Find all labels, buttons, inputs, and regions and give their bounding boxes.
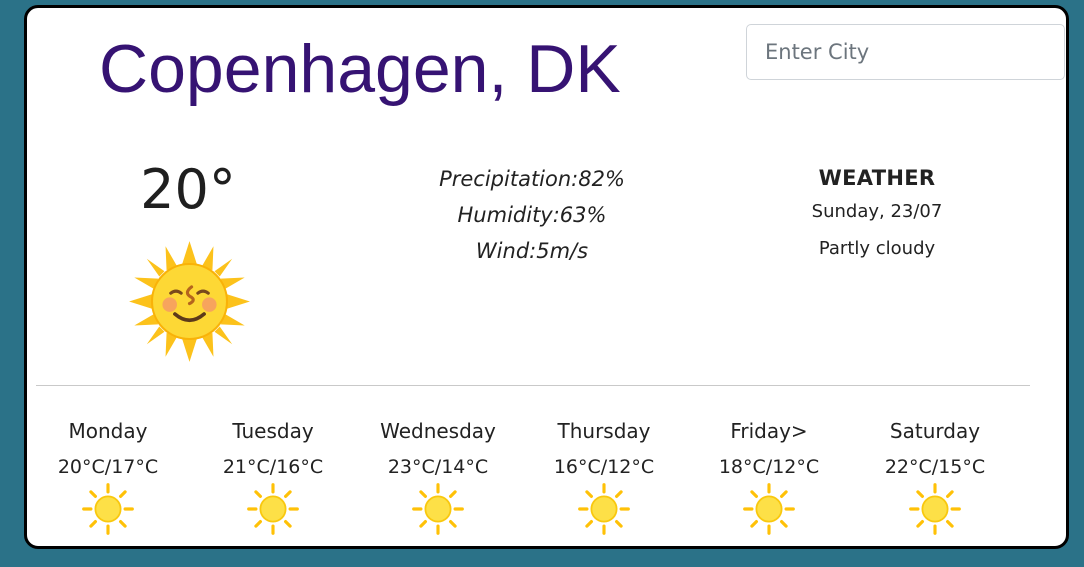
forecast-day: Thursday 16°C/12°C <box>531 418 677 536</box>
forecast-temp-range: 18°C/12°C <box>718 456 820 478</box>
forecast-row: Monday 20°C/17°C Tuesday 21°C/16°C Wedne… <box>35 418 1035 546</box>
summary-condition: Partly cloudy <box>818 238 936 259</box>
forecast-day: Saturday 22°C/15°C <box>862 418 1008 536</box>
sun-icon <box>82 483 134 535</box>
summary-heading: WEATHER <box>818 166 936 190</box>
forecast-temp-range: 20°C/17°C <box>57 456 159 478</box>
forecast-temp-range: 22°C/15°C <box>884 456 986 478</box>
sun-icon <box>412 483 464 535</box>
sun-with-face-icon <box>129 241 250 362</box>
forecast-temp-range: 23°C/14°C <box>387 456 489 478</box>
forecast-day-name: Monday <box>68 419 148 443</box>
divider <box>36 385 1030 386</box>
precipitation-text: Precipitation:82% <box>439 167 625 191</box>
forecast-day-name: Wednesday <box>380 419 496 443</box>
sun-icon <box>743 483 795 535</box>
forecast-temp-range: 16°C/12°C <box>553 456 655 478</box>
city-title: Copenhagen, DK <box>99 31 621 107</box>
humidity-text: Humidity:63% <box>457 203 607 227</box>
forecast-day-name: Thursday <box>557 419 651 443</box>
forecast-day-name: Saturday <box>889 419 981 443</box>
forecast-day-name: Tuesday <box>232 419 314 443</box>
sun-icon <box>578 483 630 535</box>
wind-text: Wind:5m/s <box>475 239 589 263</box>
summary-date: Sunday, 23/07 <box>811 201 943 222</box>
weather-summary: WEATHER Sunday, 23/07 Partly cloudy <box>772 163 982 267</box>
sun-icon <box>909 483 961 535</box>
forecast-day: Tuesday 21°C/16°C <box>200 418 346 536</box>
forecast-day: Monday 20°C/17°C <box>35 418 181 536</box>
forecast-day: Friday> 18°C/12°C <box>696 418 842 536</box>
forecast-temp-range: 21°C/16°C <box>222 456 324 478</box>
current-details: Precipitation:82% Humidity:63% Wind:5m/s <box>387 161 677 269</box>
weather-card: Copenhagen, DK 20° <box>24 5 1069 549</box>
sun-icon <box>247 483 299 535</box>
current-temperature: 20° <box>140 158 236 221</box>
forecast-day: Wednesday 23°C/14°C <box>365 418 511 536</box>
city-search-input[interactable] <box>746 24 1065 80</box>
forecast-day-name: Friday> <box>730 419 808 443</box>
